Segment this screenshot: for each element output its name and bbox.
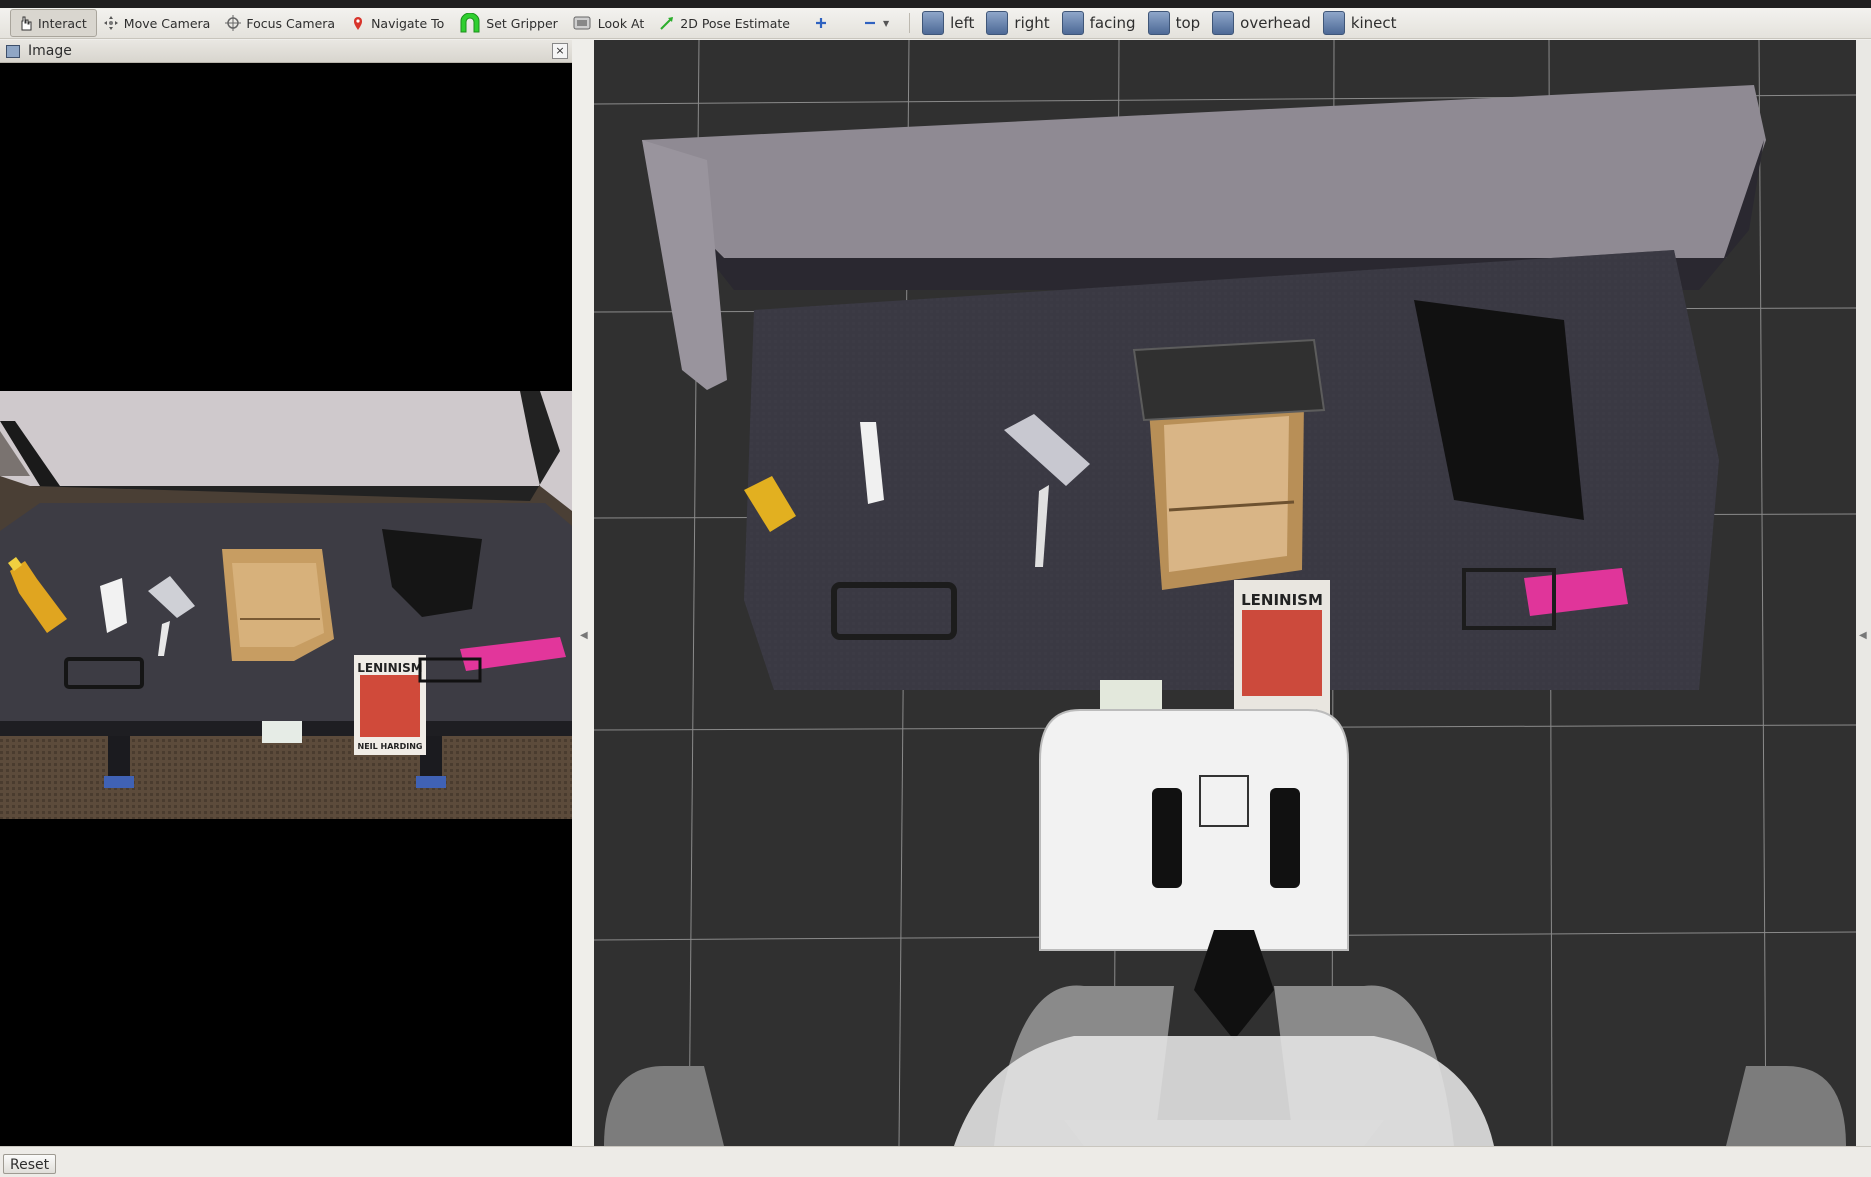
look-at-tool[interactable]: Look At bbox=[567, 10, 653, 36]
panel-splitter[interactable]: ◀ bbox=[572, 40, 594, 1146]
view-facing-label: facing bbox=[1089, 14, 1136, 32]
navigate-to-tool[interactable]: Navigate To bbox=[344, 10, 453, 36]
right-view-icon bbox=[986, 11, 1009, 35]
splitter-arrow-icon: ◀ bbox=[580, 630, 588, 641]
dock-arrow-icon: ◀ bbox=[1859, 630, 1867, 641]
look-at-tool-label: Look At bbox=[597, 15, 645, 31]
focus-camera-tool[interactable]: Focus Camera bbox=[219, 10, 344, 36]
remove-tool-button[interactable]: ▼ bbox=[848, 10, 903, 36]
poster-title-large: LENINISM bbox=[1241, 591, 1323, 609]
view-right-label: right bbox=[1014, 14, 1050, 32]
look-at-icon bbox=[573, 14, 593, 32]
move-camera-icon bbox=[103, 15, 119, 31]
3d-render-view[interactable]: LENINISM NEIL HARDING bbox=[594, 40, 1856, 1146]
plus-icon bbox=[813, 15, 829, 31]
add-tool-button[interactable] bbox=[799, 10, 848, 36]
view-facing[interactable]: facing bbox=[1056, 10, 1142, 36]
image-panel-icon bbox=[6, 44, 20, 58]
hand-cursor-icon bbox=[17, 15, 33, 31]
gripper-icon bbox=[459, 12, 481, 33]
pose-estimate-tool[interactable]: 2D Pose Estimate bbox=[653, 10, 799, 36]
poster-subtitle-small: NEIL HARDING bbox=[358, 742, 423, 751]
overhead-view-icon bbox=[1212, 11, 1235, 35]
window-top-edge bbox=[0, 0, 1871, 8]
view-kinect[interactable]: kinect bbox=[1317, 10, 1403, 36]
interact-tool-label: Interact bbox=[38, 15, 87, 31]
status-bar: Reset bbox=[0, 1146, 1871, 1177]
view-left-label: left bbox=[950, 14, 975, 32]
camera-image: LENINISM NEIL HARDING bbox=[0, 391, 572, 819]
pose-estimate-tool-label: 2D Pose Estimate bbox=[680, 15, 790, 31]
toolbar-separator bbox=[909, 13, 911, 33]
map-pin-icon bbox=[350, 15, 366, 31]
view-kinect-label: kinect bbox=[1350, 14, 1397, 32]
image-panel-titlebar: Image × bbox=[0, 40, 572, 63]
set-gripper-tool-label: Set Gripper bbox=[486, 15, 558, 31]
poster-title-small: LENINISM bbox=[357, 661, 422, 675]
navigate-to-tool-label: Navigate To bbox=[371, 15, 445, 31]
kinect-view-icon bbox=[1322, 11, 1345, 35]
view-right[interactable]: right bbox=[980, 10, 1055, 36]
move-camera-tool[interactable]: Move Camera bbox=[97, 10, 220, 36]
pose-arrow-icon bbox=[659, 15, 675, 31]
view-top[interactable]: top bbox=[1142, 10, 1207, 36]
reset-button[interactable]: Reset bbox=[3, 1154, 57, 1174]
view-overhead[interactable]: overhead bbox=[1206, 10, 1317, 36]
view-top-label: top bbox=[1175, 14, 1201, 32]
move-camera-tool-label: Move Camera bbox=[123, 15, 211, 31]
set-gripper-tool[interactable]: Set Gripper bbox=[453, 10, 567, 36]
minus-icon bbox=[862, 15, 878, 31]
facing-view-icon bbox=[1061, 11, 1084, 35]
focus-camera-tool-label: Focus Camera bbox=[246, 15, 336, 31]
crosshair-icon bbox=[225, 15, 242, 31]
tool-toolbar: Interact Move Camera Focus Camera Naviga… bbox=[0, 8, 1871, 39]
right-dock-handle[interactable]: ◀ bbox=[1856, 40, 1871, 1146]
interact-tool[interactable]: Interact bbox=[10, 9, 97, 37]
top-view-icon bbox=[1147, 11, 1170, 35]
image-panel-close-button[interactable]: × bbox=[552, 43, 568, 59]
chevron-down-icon: ▼ bbox=[882, 18, 890, 28]
left-view-icon bbox=[922, 11, 945, 35]
view-left[interactable]: left bbox=[916, 10, 980, 36]
image-panel-title: Image bbox=[28, 43, 72, 59]
view-overhead-label: overhead bbox=[1240, 14, 1311, 32]
